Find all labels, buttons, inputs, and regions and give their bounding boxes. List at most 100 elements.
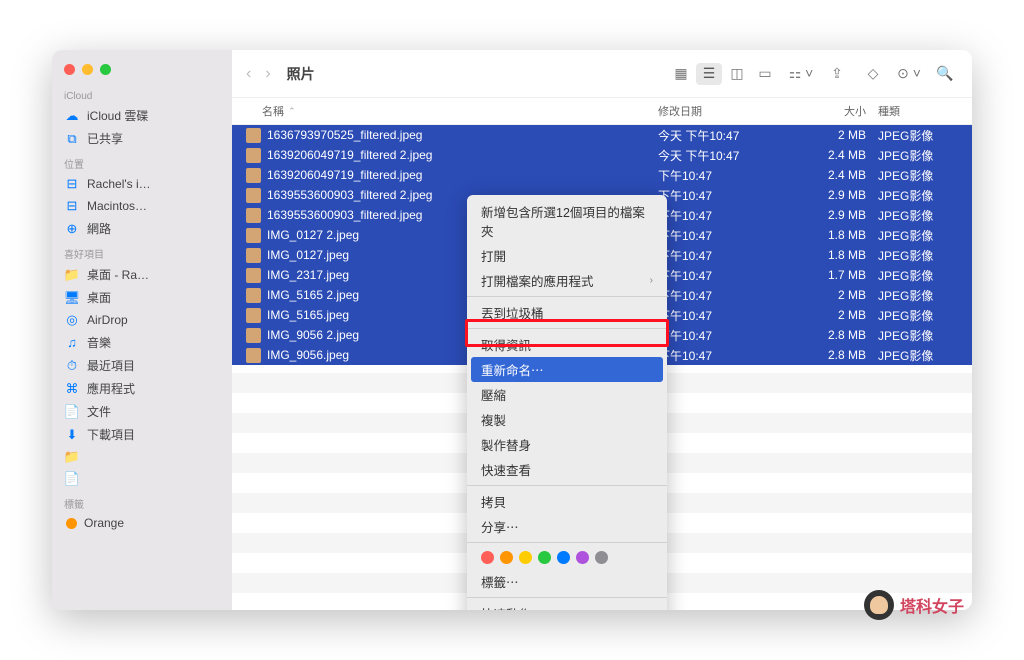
sidebar-item[interactable]: ♫音樂 [52,331,232,354]
menu-rename[interactable]: 重新命名⋯ [471,357,663,382]
sidebar-item-label: 已共享 [87,130,123,147]
tag-icon[interactable]: ◇ [860,63,886,85]
group-button[interactable]: ⚏ ˅ [788,63,814,85]
header-name[interactable]: 名稱 [262,103,284,119]
minimize-icon[interactable] [82,64,93,75]
tag-color-dot[interactable] [538,551,551,564]
sidebar-item[interactable]: 📄文件 [52,400,232,423]
sidebar-section-head: iCloud [52,85,232,104]
file-thumbnail-icon [246,168,261,183]
apps-icon: ⌘ [64,381,80,397]
menu-duplicate[interactable]: 複製 [467,407,667,432]
sidebar-item[interactable]: 📁 [52,446,232,468]
gallery-view-icon[interactable]: ▭ [752,63,778,85]
forward-button[interactable]: › [265,65,270,83]
cloud-icon: ☁ [64,108,80,124]
file-thumbnail-icon [246,328,261,343]
file-thumbnail-icon [246,348,261,363]
file-size: 2.4 MB [808,168,878,182]
folder-icon: 📁 [64,267,80,283]
file-kind: JPEG影像 [878,267,958,284]
file-kind: JPEG影像 [878,247,958,264]
close-icon[interactable] [64,64,75,75]
header-kind[interactable]: 種類 [878,103,958,119]
file-thumbnail-icon [246,208,261,223]
file-kind: JPEG影像 [878,187,958,204]
search-icon[interactable]: 🔍 [932,63,958,85]
file-size: 2.9 MB [808,208,878,222]
menu-quick-actions[interactable]: 快速動作› [467,601,667,610]
sidebar-item[interactable]: 🖥桌面 [52,286,232,309]
file-size: 1.7 MB [808,268,878,282]
tag-color-dot[interactable] [557,551,570,564]
disk-icon: ⊟ [64,176,80,192]
sidebar-item[interactable]: ☁ iCloud 雲碟 [52,104,232,127]
chevron-right-icon: › [650,608,653,610]
file-thumbnail-icon [246,128,261,143]
sidebar-item[interactable]: ⧉已共享 [52,127,232,150]
header-date[interactable]: 修改日期 [658,103,808,119]
menu-tags[interactable]: 標籤⋯ [467,569,667,594]
sidebar-item[interactable]: ⌘ 應用程式 [52,377,232,400]
menu-quicklook[interactable]: 快速查看 [467,457,667,482]
column-headers[interactable]: 名稱 ⌃ 修改日期 大小 種類 [232,98,972,125]
doc-icon: 📄 [64,404,80,420]
sidebar-item[interactable]: ⊕網路 [52,217,232,240]
icon-view-icon[interactable]: ▦ [668,63,694,85]
file-row[interactable]: 1636793970525_filtered.jpeg今天 下午10:472 M… [232,125,972,145]
file-thumbnail-icon [246,268,261,283]
back-button[interactable]: ‹ [246,65,251,83]
download-icon: ⬇ [64,427,80,443]
sidebar-item[interactable]: ⊟Rachel's i… [52,173,232,195]
menu-open-with[interactable]: 打開檔案的應用程式› [467,268,667,293]
context-menu: 新增包含所選12個項目的檔案夾 打開 打開檔案的應用程式› 丟到垃圾桶 取得資訊… [467,195,667,610]
window-title: 照片 [287,64,315,84]
file-date: 下午10:47 [658,167,808,184]
actions-icon[interactable]: ⊙ ˅ [896,63,922,85]
tag-color-dot[interactable] [519,551,532,564]
sidebar-item-label: 應用程式 [87,380,135,397]
file-thumbnail-icon [246,288,261,303]
sidebar-item-label: iCloud 雲碟 [87,107,148,124]
menu-copy[interactable]: 拷貝 [467,489,667,514]
header-size[interactable]: 大小 [808,103,878,119]
file-kind: JPEG影像 [878,167,958,184]
sidebar-item[interactable]: 📄 [52,468,232,490]
tag-color-dot[interactable] [576,551,589,564]
file-date: 下午10:47 [658,287,808,304]
tag-color-dot[interactable] [595,551,608,564]
file-kind: JPEG影像 [878,207,958,224]
menu-get-info[interactable]: 取得資訊 [467,332,667,357]
menu-share[interactable]: 分享⋯ [467,514,667,539]
file-row[interactable]: 1639206049719_filtered 2.jpeg今天 下午10:472… [232,145,972,165]
file-date: 下午10:47 [658,247,808,264]
file-kind: JPEG影像 [878,287,958,304]
menu-alias[interactable]: 製作替身 [467,432,667,457]
menu-trash[interactable]: 丟到垃圾桶 [467,300,667,325]
file-thumbnail-icon [246,248,261,263]
menu-tag-colors[interactable] [467,546,667,569]
zoom-icon[interactable] [100,64,111,75]
file-date: 下午10:47 [658,187,808,204]
file-kind: JPEG影像 [878,327,958,344]
file-row[interactable]: 1639206049719_filtered.jpeg下午10:472.4 MB… [232,165,972,185]
tag-color-dot[interactable] [500,551,513,564]
sidebar-item[interactable]: ⊟Macintos… [52,195,232,217]
sidebar: iCloud☁iCloud 雲碟⧉已共享位置⊟Rachel's i…⊟Macin… [52,50,232,610]
sidebar-item[interactable]: Orange [52,513,232,533]
menu-compress[interactable]: 壓縮 [467,382,667,407]
sidebar-item-label: 下載項目 [87,426,135,443]
sidebar-item[interactable]: ⬇ 下載項目 [52,423,232,446]
file-size: 1.8 MB [808,248,878,262]
list-view-icon[interactable]: ☰ [696,63,722,85]
menu-new-folder[interactable]: 新增包含所選12個項目的檔案夾 [467,199,667,243]
share-icon[interactable]: ⇪ [824,63,850,85]
sidebar-item[interactable]: 📁桌面 - Ra… [52,263,232,286]
file-date: 下午10:47 [658,207,808,224]
sidebar-item[interactable]: ⏱最近項目 [52,354,232,377]
column-view-icon[interactable]: ◫ [724,63,750,85]
sidebar-item[interactable]: ◎AirDrop [52,309,232,331]
tag-color-dot[interactable] [481,551,494,564]
view-switcher[interactable]: ▦ ☰ ◫ ▭ [668,63,778,85]
menu-open[interactable]: 打開 [467,243,667,268]
